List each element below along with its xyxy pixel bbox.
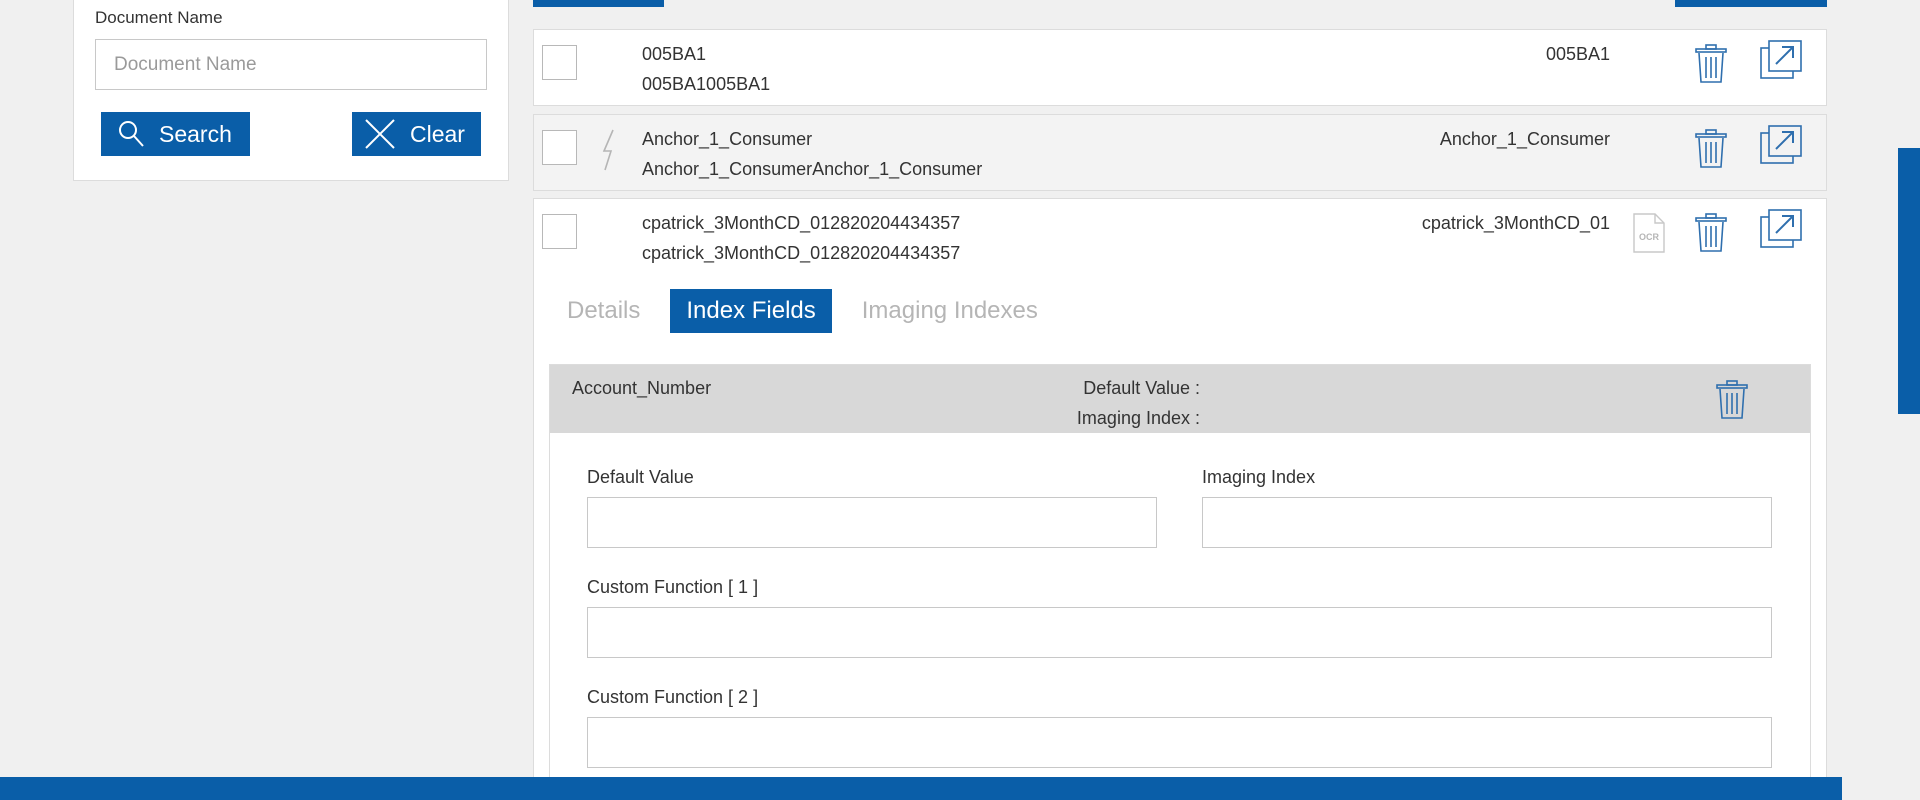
clear-button[interactable]: Clear: [352, 112, 481, 156]
bottom-bar: [0, 777, 1842, 800]
right-edge-accent: [1898, 148, 1920, 414]
top-tab-right[interactable]: [1675, 0, 1827, 7]
custom-function-1-input[interactable]: [587, 607, 1772, 658]
document-description: cpatrick_3MonthCD_012820204434357: [642, 243, 961, 263]
open-external-icon[interactable]: [1760, 209, 1802, 249]
document-right-name: 005BA1: [1545, 44, 1610, 64]
row-checkbox[interactable]: [542, 214, 577, 249]
default-value-input[interactable]: [587, 497, 1157, 548]
document-row[interactable]: Anchor_1_Consumer Anchor_1_ConsumerAncho…: [533, 114, 1827, 191]
tab-details[interactable]: Details: [551, 289, 656, 333]
document-description: 005BA1005BA1: [642, 74, 771, 94]
custom-function-2-label: Custom Function [ 2 ]: [587, 687, 759, 707]
search-icon: [119, 121, 144, 147]
document-name: Anchor_1_Consumer: [642, 129, 813, 149]
ocr-file-icon: OCR: [1633, 213, 1665, 253]
trash-icon[interactable]: [1694, 44, 1728, 84]
imaging-index-input[interactable]: [1202, 497, 1772, 548]
search-button-label: Search: [159, 120, 232, 147]
document-right-name: cpatrick_3MonthCD_01: [1421, 213, 1610, 233]
tab-imaging-indexes[interactable]: Imaging Indexes: [846, 289, 1054, 333]
document-name-label: Document Name: [95, 8, 223, 27]
trash-icon[interactable]: [1694, 213, 1728, 253]
index-field-header[interactable]: Account_Number Default Value : Imaging I…: [550, 365, 1810, 433]
open-external-icon[interactable]: [1760, 125, 1802, 165]
custom-function-2-input[interactable]: [587, 717, 1772, 768]
close-icon: [365, 119, 395, 149]
default-value-summary-label: Default Value :: [1083, 378, 1200, 398]
default-value-label: Default Value: [587, 467, 694, 487]
row-checkbox[interactable]: [542, 45, 577, 80]
custom-function-1-label: Custom Function [ 1 ]: [587, 577, 759, 597]
document-search-panel: Document Name Search Clear: [73, 0, 509, 181]
document-right-name: Anchor_1_Consumer: [1439, 129, 1610, 149]
index-field-name: Account_Number: [572, 378, 712, 398]
top-tab-left[interactable]: [533, 0, 664, 7]
document-name: cpatrick_3MonthCD_012820204434357: [642, 213, 961, 233]
trash-icon[interactable]: [1694, 129, 1728, 169]
document-name-input[interactable]: [95, 39, 487, 90]
search-button[interactable]: Search: [101, 112, 250, 156]
open-external-icon[interactable]: [1760, 40, 1802, 80]
document-row-expanded[interactable]: cpatrick_3MonthCD_012820204434357 cpatri…: [533, 198, 1827, 800]
trash-icon[interactable]: [1715, 380, 1749, 420]
document-description: Anchor_1_ConsumerAnchor_1_Consumer: [642, 159, 983, 179]
row-checkbox[interactable]: [542, 130, 577, 165]
detail-tabs: Details Index Fields Imaging Indexes: [551, 289, 1068, 333]
bottom-bar-gap: [1842, 777, 1920, 800]
svg-text:OCR: OCR: [1639, 232, 1660, 242]
clear-button-label: Clear: [410, 120, 465, 147]
document-name: 005BA1: [642, 44, 707, 64]
document-row[interactable]: 005BA1 005BA1005BA1 005BA1: [533, 29, 1827, 106]
imaging-index-label: Imaging Index: [1202, 467, 1316, 487]
index-field-panel: Account_Number Default Value : Imaging I…: [549, 364, 1811, 800]
lightning-icon: [602, 129, 614, 171]
imaging-index-summary-label: Imaging Index :: [1076, 408, 1200, 428]
tab-index-fields[interactable]: Index Fields: [670, 289, 832, 333]
